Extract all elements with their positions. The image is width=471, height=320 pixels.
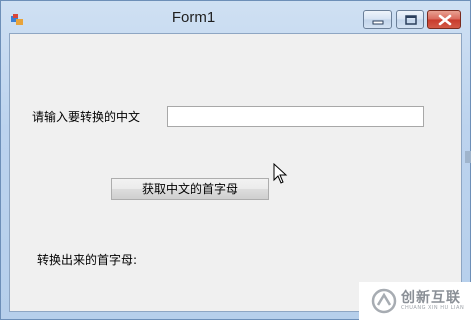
brand-logo-icon <box>371 288 397 318</box>
input-label: 请输入要转换的中文 <box>32 110 141 124</box>
edge-decoration <box>465 151 471 163</box>
close-icon <box>438 14 452 26</box>
chinese-text-input[interactable] <box>167 106 424 127</box>
brand-name-en: CHUANG XIN HU LIAN <box>401 305 465 311</box>
maximize-icon <box>405 15 417 25</box>
window-title: Form1 <box>171 9 216 26</box>
title-bar[interactable]: Form1 <box>1 1 470 32</box>
mouse-cursor-icon <box>273 162 289 189</box>
brand-name-cn: 创新互联 <box>401 290 461 306</box>
minimize-button[interactable] <box>363 10 392 29</box>
get-initials-button[interactable]: 获取中文的首字母 <box>111 178 269 200</box>
brand-watermark: 创新互联 CHUANG XIN HU LIAN <box>359 282 471 320</box>
maximize-button[interactable] <box>396 10 424 29</box>
result-label: 转换出来的首字母: <box>37 253 138 267</box>
minimize-icon <box>372 20 384 25</box>
form1-window: Form1 请输入要转换的中文 获取中文的首字母 转换出来的首字母: <box>0 0 471 320</box>
form-client-area: 请输入要转换的中文 获取中文的首字母 转换出来的首字母: <box>9 33 462 312</box>
close-button[interactable] <box>427 10 461 29</box>
